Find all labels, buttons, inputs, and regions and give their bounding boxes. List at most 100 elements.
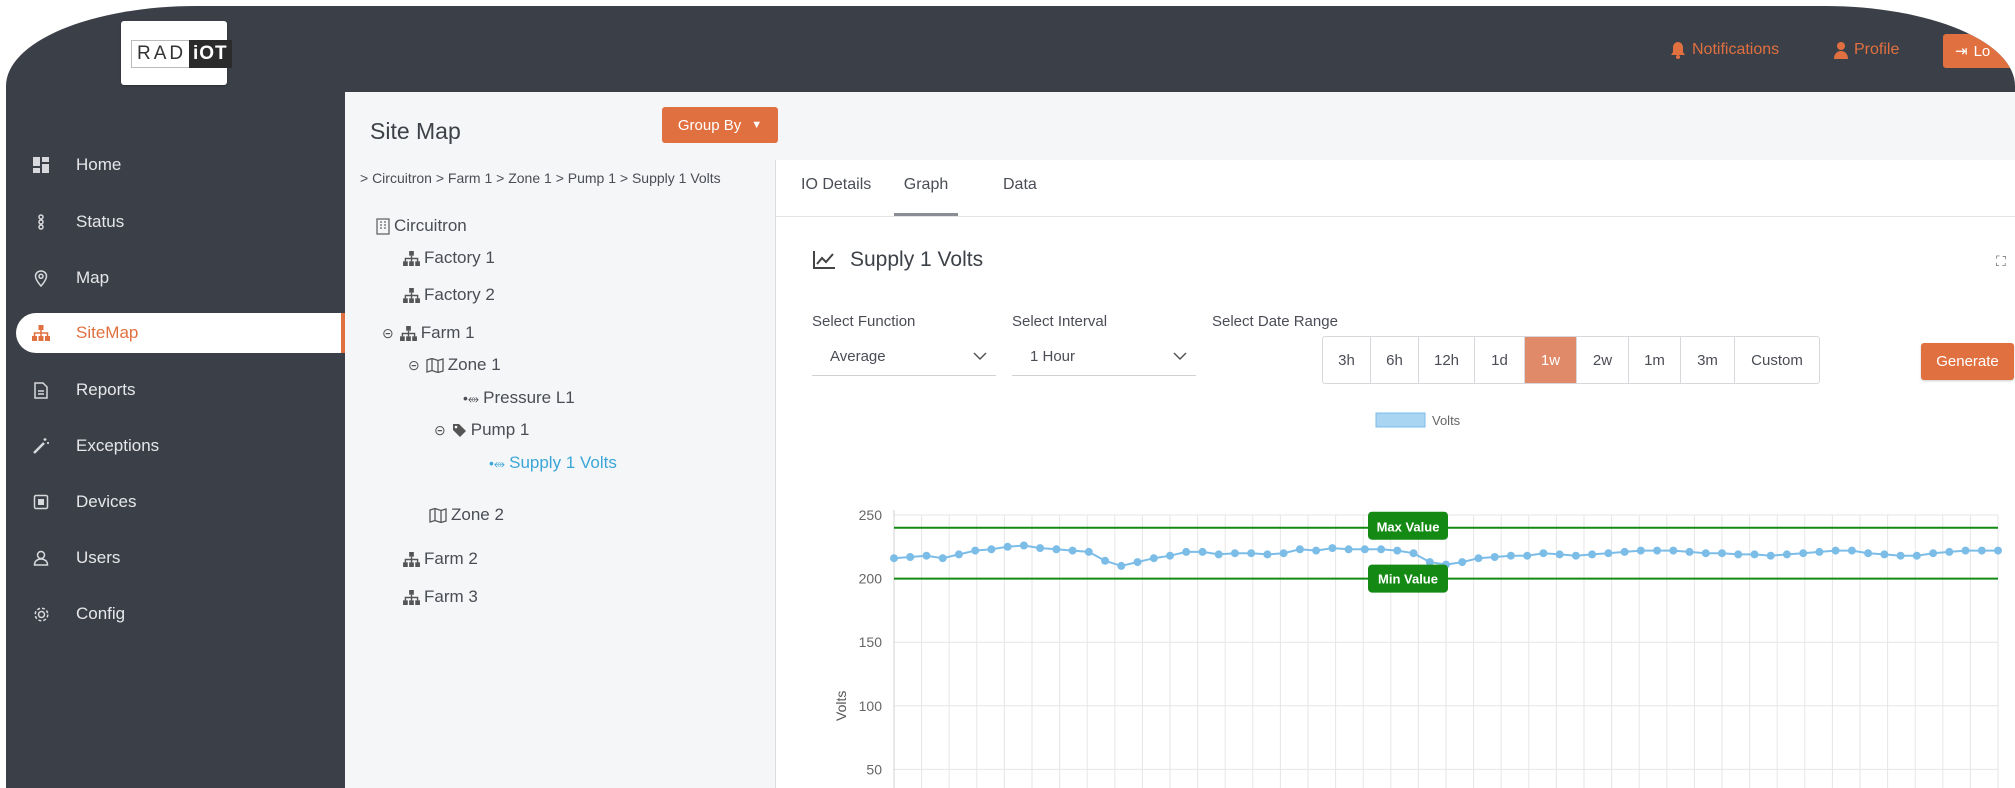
- notifications-link[interactable]: Notifications: [1670, 38, 1779, 62]
- sidebar-item-exceptions[interactable]: Exceptions: [6, 426, 345, 466]
- tree-node-factory-2[interactable]: Factory 2: [403, 285, 495, 305]
- tree-node-pressure-l1[interactable]: •⥈ Pressure L1: [463, 388, 575, 408]
- data-point: [1295, 545, 1304, 554]
- range-1d-button[interactable]: 1d: [1475, 337, 1525, 383]
- expand-icon[interactable]: ⛶: [1996, 253, 2006, 270]
- data-point: [987, 545, 996, 554]
- data-point: [1214, 550, 1223, 559]
- tab-io-details[interactable]: IO Details: [801, 176, 871, 216]
- user-icon: [32, 549, 50, 567]
- sidebar-item-reports[interactable]: Reports: [6, 370, 345, 410]
- data-point: [1523, 551, 1532, 560]
- data-point: [1912, 551, 1921, 560]
- y-tick-label: 50: [866, 761, 882, 777]
- data-point: [1555, 550, 1564, 559]
- sitemap-icon: [403, 250, 420, 266]
- data-point: [1750, 550, 1759, 559]
- data-point: [1052, 545, 1061, 554]
- tree-node-label: Pressure L1: [483, 388, 575, 407]
- tree-node-circuitron[interactable]: Circuitron: [376, 216, 467, 236]
- range-3h-button[interactable]: 3h: [1323, 337, 1371, 383]
- sitemap-icon: [399, 325, 417, 341]
- sidebar-item-users[interactable]: Users: [6, 538, 345, 578]
- status-icon: [32, 213, 50, 231]
- interval-select[interactable]: 1 Hour: [1012, 338, 1196, 376]
- data-point: [1506, 551, 1515, 560]
- generate-button[interactable]: Generate: [1921, 343, 2014, 380]
- data-point: [1019, 541, 1028, 550]
- profile-link[interactable]: Profile: [1834, 38, 1899, 62]
- date-range-group: 3h 6h 12h 1d 1w 2w 1m 3m Custom: [1322, 336, 1820, 384]
- collapse-toggle-icon[interactable]: ⊝: [434, 422, 446, 439]
- data-point: [954, 550, 963, 559]
- data-point: [1458, 558, 1467, 567]
- tree-node-pump-1[interactable]: ⊝ Pump 1: [434, 420, 529, 440]
- function-select[interactable]: Average: [812, 338, 996, 376]
- y-axis-label: Volts: [833, 691, 849, 721]
- tab-bar: IO Details Graph Data: [776, 160, 2015, 217]
- legend-swatch: [1375, 412, 1426, 428]
- data-point: [1247, 549, 1256, 558]
- data-point: [1782, 550, 1791, 559]
- group-by-button[interactable]: Group By ▼: [662, 107, 778, 143]
- sidebar-item-label: SiteMap: [76, 323, 139, 342]
- sidebar-item-map[interactable]: Map: [6, 258, 345, 298]
- tree-node-factory-1[interactable]: Factory 1: [403, 248, 495, 268]
- range-3m-button[interactable]: 3m: [1681, 337, 1735, 383]
- sitemap-icon: [32, 324, 50, 342]
- data-point: [1263, 550, 1272, 559]
- range-2w-button[interactable]: 2w: [1577, 337, 1629, 383]
- usb-icon: •⥈: [463, 389, 480, 406]
- bell-icon: [1671, 42, 1685, 59]
- sidebar-item-sitemap[interactable]: SiteMap: [16, 313, 345, 353]
- data-point: [906, 553, 915, 561]
- page-title: Site Map: [370, 118, 461, 144]
- sidebar-item-label: Status: [76, 212, 125, 231]
- sidebar-item-home[interactable]: Home: [6, 145, 345, 185]
- data-point: [1847, 546, 1856, 555]
- data-point: [890, 554, 898, 563]
- sidebar: Home Status Map SiteMap Reports Exceptio…: [6, 92, 345, 788]
- tree-node-supply-1-volts[interactable]: •⥈ Supply 1 Volts: [489, 453, 617, 473]
- tree-node-farm-2[interactable]: Farm 2: [403, 549, 478, 569]
- data-point: [1182, 547, 1191, 556]
- tab-graph[interactable]: Graph: [894, 176, 958, 216]
- sidebar-item-status[interactable]: Status: [6, 202, 345, 242]
- data-point: [1198, 547, 1207, 556]
- tree-node-farm-3[interactable]: Farm 3: [403, 587, 478, 607]
- sidebar-item-label: Users: [76, 548, 121, 567]
- tab-data[interactable]: Data: [1003, 176, 1037, 216]
- collapse-toggle-icon[interactable]: ⊝: [382, 325, 394, 342]
- tree-node-farm-1[interactable]: ⊝ Farm 1: [382, 323, 475, 343]
- data-point: [1961, 546, 1970, 555]
- data-point: [971, 546, 980, 555]
- logo[interactable]: RAD iOT: [121, 21, 232, 85]
- data-point: [1003, 542, 1012, 551]
- tree-node-zone-1[interactable]: ⊝ Zone 1: [408, 355, 501, 375]
- y-tick-label: 150: [859, 634, 883, 650]
- data-point: [938, 554, 947, 563]
- range-1m-button[interactable]: 1m: [1629, 337, 1681, 383]
- sidebar-item-label: Config: [76, 604, 126, 623]
- map-pin-icon: [32, 269, 50, 287]
- sidebar-item-devices[interactable]: Devices: [6, 482, 345, 522]
- collapse-toggle-icon[interactable]: ⊝: [408, 357, 420, 374]
- data-point: [1994, 546, 2002, 555]
- max-value-label: Max Value: [1377, 520, 1440, 535]
- range-12h-button[interactable]: 12h: [1419, 337, 1475, 383]
- y-tick-label: 250: [859, 507, 883, 523]
- range-custom-button[interactable]: Custom: [1735, 337, 1819, 383]
- tree-node-zone-2[interactable]: Zone 2: [429, 505, 504, 525]
- range-6h-button[interactable]: 6h: [1371, 337, 1419, 383]
- data-point: [1734, 550, 1743, 559]
- data-point: [1393, 546, 1402, 555]
- tree-node-label: Farm 3: [424, 587, 478, 606]
- logout-label: Lo: [1973, 42, 1991, 60]
- caret-down-icon: ▼: [751, 119, 763, 131]
- range-1w-button[interactable]: 1w: [1525, 337, 1577, 383]
- sitemap-pane: Site Map Group By ▼ > Circuitron > Farm …: [345, 92, 778, 788]
- tree-node-label: Zone 1: [447, 355, 501, 374]
- logout-button[interactable]: ⇥ Lo: [1943, 34, 2015, 68]
- tree-node-label: Zone 2: [451, 505, 504, 524]
- sidebar-item-config[interactable]: Config: [6, 594, 345, 634]
